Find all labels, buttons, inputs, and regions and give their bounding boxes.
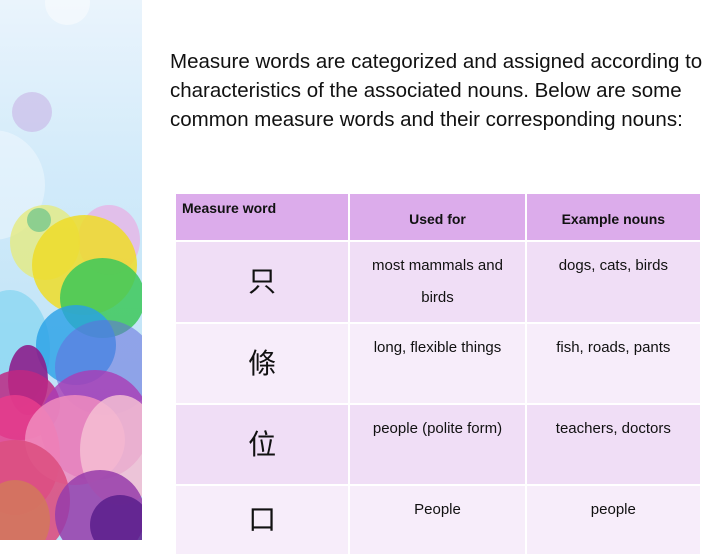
header-used-for: Used for — [350, 194, 525, 240]
example-nouns-cell: dogs, cats, birds — [526, 242, 700, 322]
measure-word-cell: 位 — [176, 405, 349, 484]
used-for-cell: most mammals and birds — [350, 242, 525, 322]
table-row: 位 people (polite form) teachers, doctors — [176, 405, 700, 484]
table-row: 條 long, flexible things fish, roads, pan… — [176, 324, 700, 403]
example-nouns-cell: fish, roads, pants — [526, 324, 700, 403]
header-measure-word: Measure word — [176, 194, 349, 240]
table-row: 只 most mammals and birds dogs, cats, bir… — [176, 242, 700, 322]
intro-paragraph: Measure words are categorized and assign… — [170, 50, 703, 131]
bubble-shape — [45, 0, 90, 25]
used-for-cell: long, flexible things — [350, 324, 525, 403]
example-nouns-cell: people — [526, 486, 700, 554]
measure-word-cell: 條 — [176, 324, 349, 403]
measure-word-cell: 只 — [176, 242, 349, 322]
bubble-shape — [27, 208, 51, 232]
table-row: 口 People people — [176, 486, 700, 554]
measure-words-table: Measure word Used for Example nouns 只 mo… — [174, 192, 702, 556]
decorative-bubble-banner — [0, 0, 142, 540]
measure-word-cell: 口 — [176, 486, 349, 554]
table-header-row: Measure word Used for Example nouns — [176, 194, 700, 240]
example-nouns-cell: teachers, doctors — [526, 405, 700, 484]
header-example-nouns: Example nouns — [526, 194, 700, 240]
used-for-cell: People — [350, 486, 525, 554]
bubble-shape — [12, 92, 52, 132]
used-for-cell: people (polite form) — [350, 405, 525, 484]
